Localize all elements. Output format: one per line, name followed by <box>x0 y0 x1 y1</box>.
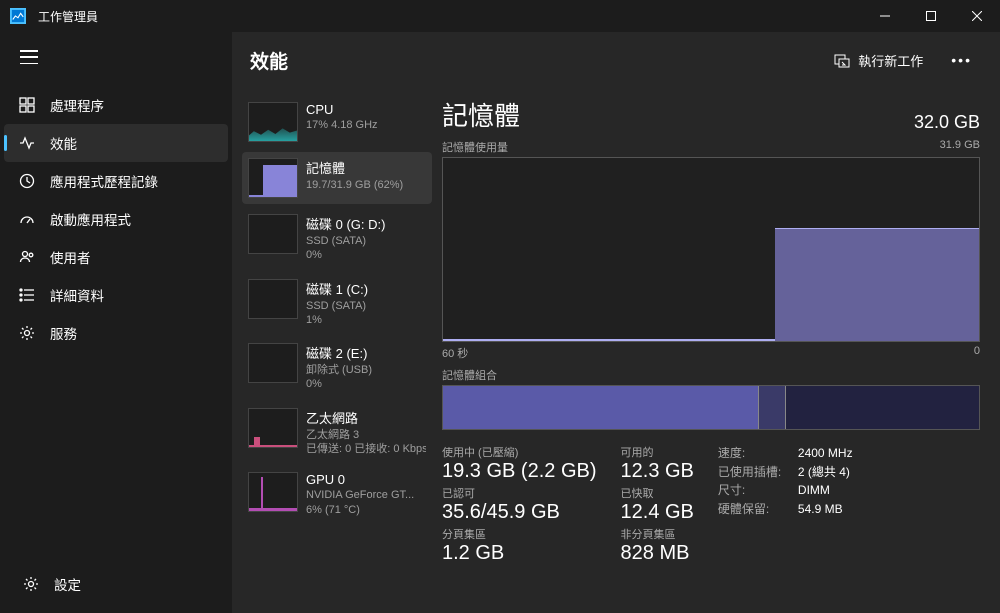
titlebar: 工作管理員 <box>0 0 1000 32</box>
nav-performance[interactable]: 效能 <box>4 124 228 162</box>
stats: 使用中 (已壓縮) 19.3 GB (2.2 GB) 已認可 35.6/45.9… <box>442 444 980 567</box>
page-title: 效能 <box>250 47 824 74</box>
disk-thumb <box>248 279 298 319</box>
panel-title: CPU <box>306 102 426 117</box>
panel-sub: SSD (SATA) <box>306 234 426 248</box>
pulse-icon <box>18 135 36 151</box>
chart-label: 記憶體使用量 <box>442 139 508 155</box>
nav-settings[interactable]: 設定 <box>8 565 224 603</box>
stat-label: 已認可 <box>442 485 597 501</box>
panel-disk2[interactable]: 磁碟 2 (E:) 卸除式 (USB) 0% <box>242 337 432 398</box>
nav-label: 啟動應用程式 <box>50 209 131 229</box>
content: 效能 執行新工作 ••• CPU 17% 4.18 GHz <box>232 32 1000 613</box>
panel-title: 磁碟 0 (G: D:) <box>306 214 426 233</box>
nav-processes[interactable]: 處理程序 <box>4 86 228 124</box>
cpu-thumb <box>248 102 298 142</box>
run-task-icon <box>834 52 850 68</box>
panel-cpu[interactable]: CPU 17% 4.18 GHz <box>242 96 432 148</box>
settings-icon <box>22 576 40 592</box>
sidebar: 處理程序 效能 應用程式歷程記錄 啟動應用程式 使用者 詳細資料 <box>0 32 232 613</box>
chart-max: 31.9 GB <box>940 139 980 155</box>
grid-icon <box>18 97 36 113</box>
panel-sub: 已傳送: 0 已接收: 0 Kbps <box>306 442 426 456</box>
axis-right: 0 <box>974 345 980 361</box>
run-task-label: 執行新工作 <box>858 51 923 70</box>
stat-value: 828 MB <box>621 542 694 565</box>
panel-gpu[interactable]: GPU 0 NVIDIA GeForce GT... 6% (71 °C) <box>242 466 432 523</box>
stat-value: 1.2 GB <box>442 542 597 565</box>
disk-thumb <box>248 214 298 254</box>
detail-capacity: 32.0 GB <box>914 112 980 133</box>
nav-label: 服務 <box>50 323 77 343</box>
hamburger-button[interactable] <box>0 50 232 84</box>
run-new-task-button[interactable]: 執行新工作 <box>824 45 933 76</box>
maximize-button[interactable] <box>908 0 954 32</box>
stat-label: 非分頁集區 <box>621 526 694 542</box>
stat-value: 12.3 GB <box>621 460 694 483</box>
panel-title: 磁碟 2 (E:) <box>306 343 426 362</box>
eth-thumb <box>248 408 298 448</box>
nav-app-history[interactable]: 應用程式歷程記錄 <box>4 162 228 200</box>
stat-label: 可用的 <box>621 444 694 460</box>
panel-sub: 6% (71 °C) <box>306 503 426 517</box>
panel-title: 乙太網路 <box>306 408 426 427</box>
nav-startup[interactable]: 啟動應用程式 <box>4 200 228 238</box>
minimize-button[interactable] <box>862 0 908 32</box>
detail-title: 記憶體 <box>442 96 520 133</box>
nav-label: 處理程序 <box>50 95 104 115</box>
content-header: 效能 執行新工作 ••• <box>232 32 1000 88</box>
nav-label: 詳細資料 <box>50 285 104 305</box>
panel-sub: NVIDIA GeForce GT... <box>306 488 426 502</box>
memory-usage-chart <box>442 157 980 342</box>
panel-disk0[interactable]: 磁碟 0 (G: D:) SSD (SATA) 0% <box>242 208 432 269</box>
hamburger-icon <box>20 50 38 64</box>
memory-composition-chart <box>442 385 980 430</box>
panel-sub: 0% <box>306 377 426 391</box>
stat-label: 已快取 <box>621 485 694 501</box>
panel-sub: 19.7/31.9 GB (62%) <box>306 178 426 192</box>
nav-label: 效能 <box>50 133 77 153</box>
panel-disk1[interactable]: 磁碟 1 (C:) SSD (SATA) 1% <box>242 273 432 334</box>
axis-left: 60 秒 <box>442 345 468 361</box>
history-icon <box>18 173 36 189</box>
gpu-thumb <box>248 472 298 512</box>
app-icon <box>10 8 26 24</box>
panel-sub: 卸除式 (USB) <box>306 363 426 377</box>
nav-services[interactable]: 服務 <box>4 314 228 352</box>
detail-pane: 記憶體 32.0 GB 記憶體使用量 31.9 GB 60 秒 0 記憶體組合 <box>432 88 1000 613</box>
more-button[interactable]: ••• <box>941 46 982 74</box>
nav-label: 應用程式歷程記錄 <box>50 171 158 191</box>
gauge-icon <box>18 211 36 227</box>
nav-details[interactable]: 詳細資料 <box>4 276 228 314</box>
panel-sub: 0% <box>306 248 426 262</box>
resource-panels: CPU 17% 4.18 GHz 記憶體 19.7/31.9 GB (62%) … <box>232 88 432 613</box>
panel-sub: 乙太網路 3 <box>306 428 426 442</box>
stat-value: 19.3 GB (2.2 GB) <box>442 460 597 483</box>
stat-details-table: 速度:2400 MHz 已使用插槽:2 (總共 4) 尺寸:DIMM 硬體保留:… <box>718 444 853 567</box>
nav-label: 設定 <box>54 574 81 594</box>
panel-sub: 1% <box>306 313 426 327</box>
window-title: 工作管理員 <box>38 8 862 25</box>
panel-title: 磁碟 1 (C:) <box>306 279 426 298</box>
nav-label: 使用者 <box>50 247 91 267</box>
stat-value: 35.6/45.9 GB <box>442 501 597 524</box>
nav-users[interactable]: 使用者 <box>4 238 228 276</box>
panel-title: GPU 0 <box>306 472 426 487</box>
disk-thumb <box>248 343 298 383</box>
comp-label: 記憶體組合 <box>442 367 980 383</box>
stat-label: 分頁集區 <box>442 526 597 542</box>
panel-memory[interactable]: 記憶體 19.7/31.9 GB (62%) <box>242 152 432 204</box>
list-icon <box>18 287 36 303</box>
panel-title: 記憶體 <box>306 158 426 177</box>
memory-thumb <box>248 158 298 198</box>
panel-sub: 17% 4.18 GHz <box>306 118 426 132</box>
users-icon <box>18 249 36 265</box>
panel-sub: SSD (SATA) <box>306 299 426 313</box>
gear-icon <box>18 325 36 341</box>
close-button[interactable] <box>954 0 1000 32</box>
stat-value: 12.4 GB <box>621 501 694 524</box>
panel-ethernet[interactable]: 乙太網路 乙太網路 3 已傳送: 0 已接收: 0 Kbps <box>242 402 432 463</box>
stat-label: 使用中 (已壓縮) <box>442 444 597 460</box>
